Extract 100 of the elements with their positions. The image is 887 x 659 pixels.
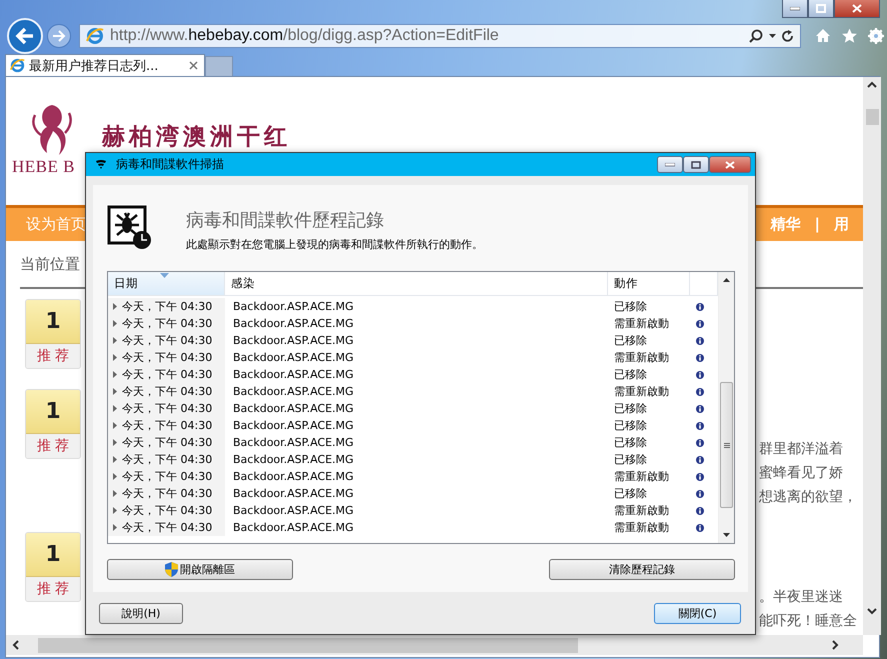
grip-icon <box>724 442 730 448</box>
expand-arrow-icon[interactable] <box>113 507 117 514</box>
infection-cell-text: Backdoor.ASP.ACE.MG <box>232 503 355 519</box>
maximize-icon <box>691 160 701 168</box>
expand-arrow-icon[interactable] <box>113 337 117 344</box>
action-cell-text: 需重新啟動 <box>613 316 670 332</box>
scroll-up-icon[interactable] <box>723 278 730 282</box>
date-cell: 今天，下午 04:30 <box>122 418 212 433</box>
column-header[interactable]: 日期 <box>108 272 225 295</box>
recommend-count: 1 <box>26 533 80 577</box>
date-cell: 今天，下午 04:30 <box>122 350 212 365</box>
article-text: 群里都洋溢着 <box>759 440 844 459</box>
info-icon[interactable] <box>696 302 704 310</box>
expand-arrow-icon[interactable] <box>113 490 117 497</box>
back-button[interactable] <box>7 18 43 54</box>
info-icon[interactable] <box>696 490 704 498</box>
close-button[interactable] <box>709 156 751 173</box>
maximize-button[interactable] <box>683 156 709 173</box>
expand-arrow-icon[interactable] <box>113 303 117 310</box>
action-cell-text: 已移除 <box>613 435 648 451</box>
list-scrollbar[interactable] <box>718 272 734 543</box>
settings-icon[interactable] <box>868 28 884 44</box>
breadcrumb-label: 当前位置 <box>20 254 80 274</box>
info-icon[interactable] <box>696 404 704 412</box>
recommend-badge[interactable]: 1 推 荐 <box>25 532 81 602</box>
scroll-thumb[interactable] <box>720 382 733 508</box>
date-cell: 今天，下午 04:30 <box>122 503 212 518</box>
vertical-scrollbar[interactable] <box>863 77 881 635</box>
infection-cell-text: Backdoor.ASP.ACE.MG <box>232 316 355 332</box>
info-icon[interactable] <box>696 422 704 430</box>
expand-arrow-icon[interactable] <box>113 439 117 446</box>
action-cell-text: 已移除 <box>613 401 648 417</box>
infection-cell-text: Backdoor.ASP.ACE.MG <box>232 418 355 434</box>
expand-arrow-icon[interactable] <box>113 405 117 412</box>
browser-logo-icon <box>10 58 25 73</box>
recommend-count: 1 <box>26 300 80 344</box>
info-icon[interactable] <box>696 320 704 328</box>
maximize-button[interactable] <box>808 0 834 18</box>
scroll-down-icon[interactable] <box>723 533 730 537</box>
minimize-icon <box>665 162 675 166</box>
info-icon[interactable] <box>696 438 704 446</box>
expand-arrow-icon[interactable] <box>113 524 117 531</box>
infection-cell-text: Backdoor.ASP.ACE.MG <box>232 299 355 315</box>
close-dialog-button[interactable]: 關閉(C) <box>654 602 741 624</box>
address-bar[interactable]: http://www.hebebay.com/blog/digg.asp?Action=EditFile <box>79 24 801 48</box>
close-icon <box>725 160 735 168</box>
action-cell-text: 需重新啟動 <box>613 384 670 400</box>
minimize-icon <box>790 6 800 10</box>
infection-cell-text: Backdoor.ASP.ACE.MG <box>232 435 355 451</box>
recommend-label: 推 荐 <box>26 344 80 368</box>
infection-cell-text: Backdoor.ASP.ACE.MG <box>232 384 355 400</box>
close-button[interactable] <box>834 0 880 18</box>
recommend-count: 1 <box>26 390 80 434</box>
arrow-right-icon <box>52 30 66 42</box>
help-button[interactable]: 說明(H) <box>99 602 183 624</box>
date-cell: 今天，下午 04:30 <box>122 469 212 484</box>
date-cell: 今天，下午 04:30 <box>122 486 212 501</box>
info-icon[interactable] <box>696 472 704 480</box>
recommend-label: 推 荐 <box>26 434 80 458</box>
star-icon[interactable] <box>841 28 858 44</box>
recommend-badge[interactable]: 1 推 荐 <box>25 299 81 369</box>
wifi-shield-icon <box>96 160 106 169</box>
refresh-icon[interactable] <box>782 30 794 42</box>
expand-arrow-icon[interactable] <box>113 456 117 463</box>
close-icon[interactable] <box>189 61 198 70</box>
action-cell-text: 已移除 <box>613 452 648 468</box>
scroll-thumb[interactable] <box>866 109 878 125</box>
expand-arrow-icon[interactable] <box>113 388 117 395</box>
brand-name: HEBE B <box>12 157 75 177</box>
site-title: 赫柏湾澳洲干红 <box>102 122 291 152</box>
recommend-label: 推 荐 <box>26 577 80 601</box>
forward-button[interactable] <box>47 24 71 48</box>
expand-arrow-icon[interactable] <box>113 354 117 361</box>
info-icon[interactable] <box>696 388 704 396</box>
expand-arrow-icon[interactable] <box>113 371 117 378</box>
info-icon[interactable] <box>696 524 704 532</box>
info-icon[interactable] <box>696 456 704 464</box>
infection-cell-text: Backdoor.ASP.ACE.MG <box>232 452 355 468</box>
article-text: 。半夜里迷迷 <box>759 588 844 607</box>
expand-arrow-icon[interactable] <box>113 473 117 480</box>
info-icon[interactable] <box>696 354 704 362</box>
recommend-badge[interactable]: 1 推 荐 <box>25 389 81 459</box>
open-quarantine-button[interactable]: 開啟隔離區 <box>107 559 293 580</box>
search-icon[interactable] <box>749 29 763 43</box>
expand-arrow-icon[interactable] <box>113 320 117 327</box>
minimize-button[interactable] <box>657 156 683 173</box>
browser-tab[interactable]: 最新用户推荐日志列... <box>5 54 205 76</box>
scroll-thumb[interactable] <box>38 638 578 652</box>
minimize-button[interactable] <box>782 0 808 18</box>
action-cell-text: 已移除 <box>613 333 648 349</box>
info-icon[interactable] <box>696 370 704 378</box>
clear-history-button[interactable]: 清除歷程記錄 <box>549 559 735 580</box>
info-icon[interactable] <box>696 336 704 344</box>
expand-arrow-icon[interactable] <box>113 422 117 429</box>
dropdown-caret-icon[interactable] <box>769 34 776 38</box>
infection-cell-text: Backdoor.ASP.ACE.MG <box>232 401 355 417</box>
tab-title: 最新用户推荐日志列... <box>29 58 160 74</box>
shield-icon <box>165 562 178 577</box>
info-icon[interactable] <box>696 506 704 514</box>
horizontal-scrollbar[interactable] <box>6 635 863 655</box>
